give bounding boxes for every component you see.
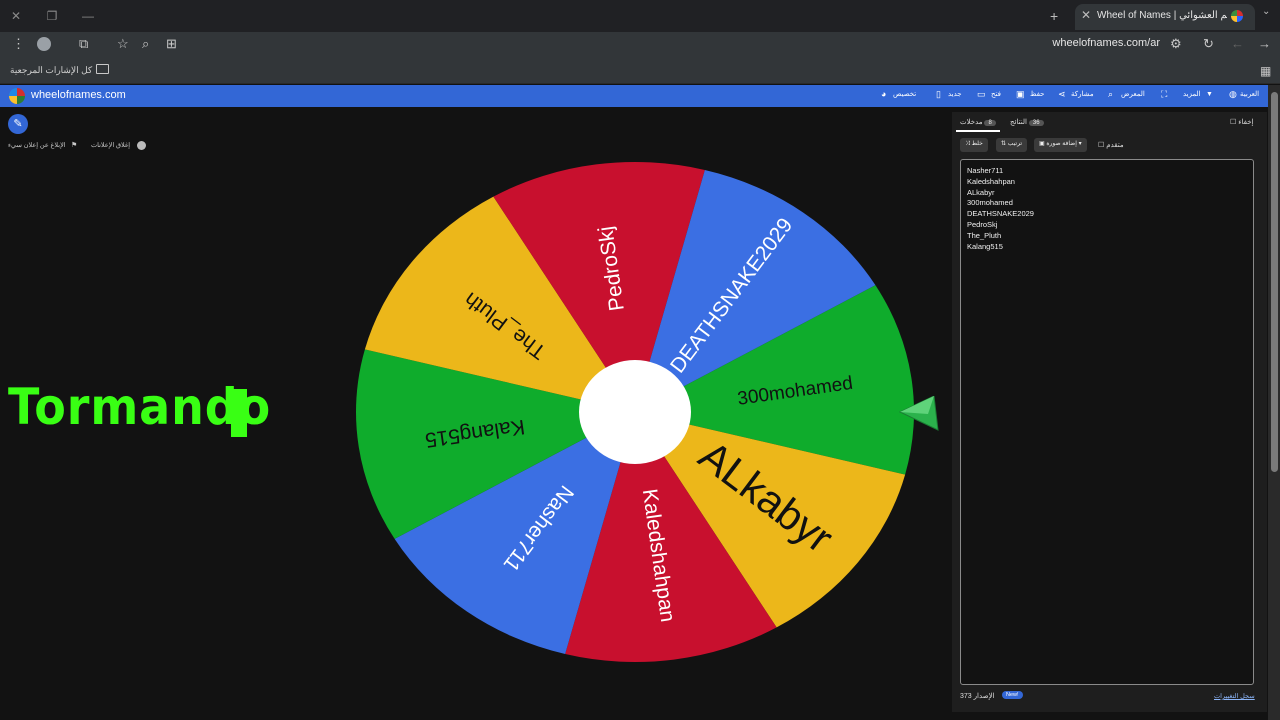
browser-toolbar: ⋮ ⧉ ☆ ⌕ ⊞ wheelofnames.com/ar ⚙ ↻ ← →	[0, 32, 1280, 58]
wheel-pointer-icon	[898, 396, 939, 431]
back-icon[interactable]: →	[1258, 36, 1271, 51]
bookmark-star-icon[interactable]: ☆	[117, 36, 129, 52]
name-wheel[interactable]: 300mohamedALkabyrKaledshahpanNasher711Ka…	[352, 160, 918, 670]
tab-results-label: النتائج	[1010, 119, 1027, 126]
zoom-icon[interactable]: ⌕	[142, 36, 149, 52]
shuffle-label: خلط	[971, 141, 983, 147]
sort-button[interactable]: ⇅ ترتيب	[996, 138, 1028, 152]
shuffle-button[interactable]: ⤨ خلط	[960, 138, 988, 152]
entries-list: Nasher711 Kaledshahpan ALkabyr 300mohamed DE…	[967, 166, 1034, 252]
minimize-window-icon[interactable]: —	[80, 8, 96, 24]
edit-pencil-button[interactable]: ✎	[8, 114, 28, 134]
entry-item: 300mohamed	[967, 198, 1013, 208]
entry-item: Nasher711	[967, 166, 1004, 175]
tab-title: Wheel of Names | اسم العشوائي	[1097, 10, 1227, 21]
new-tab-icon[interactable]: +	[1050, 8, 1058, 24]
site-header: wheelofnames.com ◕ تخصيص ▯ جديد ▭ فتح ▣ …	[0, 85, 1280, 107]
active-tab-indicator	[956, 130, 1000, 132]
nav-new[interactable]: جديد	[948, 90, 962, 98]
search-icon: ⌕	[1108, 89, 1114, 99]
extensions-icon[interactable]: ⧉	[79, 36, 88, 52]
changelog-link[interactable]: سجل التغييرات	[1214, 692, 1255, 700]
restore-window-icon[interactable]: ❐	[44, 8, 60, 24]
flag-icon: ⚑	[71, 142, 78, 149]
entry-item: Kalang515	[967, 241, 1003, 251]
advanced-checkbox[interactable]: ☐ متقدم	[1098, 141, 1124, 149]
share-icon: ⋖	[1058, 89, 1066, 99]
close-circle-icon[interactable]	[137, 141, 146, 150]
profile-icon[interactable]	[37, 37, 51, 51]
nav-gallery[interactable]: المعرض	[1121, 90, 1145, 98]
entry-item: ALkabyr	[967, 187, 995, 197]
sort-label: ترتيب	[1007, 141, 1023, 147]
address-bar[interactable]: wheelofnames.com/ar	[1000, 37, 1160, 49]
tab-results[interactable]: النتائج 36	[1010, 118, 1047, 126]
hide-label: إخفاء	[1238, 119, 1254, 126]
site-name[interactable]: wheelofnames.com	[31, 89, 126, 101]
fullscreen-icon[interactable]: ⛶	[1161, 89, 1167, 100]
translate-icon[interactable]: ⊞	[166, 36, 177, 52]
tab-entries-label: مدخلات	[960, 119, 983, 126]
version-label: الإصدار 373	[960, 693, 995, 700]
nav-save[interactable]: حفظ	[1030, 90, 1045, 98]
browser-tab[interactable]: ✕ Wheel of Names | اسم العشوائي	[1075, 4, 1255, 30]
tab-search-icon[interactable]: ⌄	[1262, 6, 1270, 17]
nav-share[interactable]: مشاركة	[1071, 90, 1094, 98]
browser-titlebar: ✕ ❐ — + ✕ Wheel of Names | اسم العشوائي …	[0, 0, 1280, 32]
all-bookmarks-link[interactable]: كل الإشارات المرجعية	[10, 65, 92, 76]
bookmarks-bar: كل الإشارات المرجعية ▦	[0, 58, 1280, 84]
new-badge: New!	[1002, 691, 1023, 699]
globe-icon: ◍	[1229, 89, 1237, 99]
results-count-badge: 36	[1028, 120, 1044, 126]
entries-count-badge: 8	[984, 120, 996, 126]
page-scrollbar-thumb[interactable]	[1271, 92, 1278, 472]
add-image-label: إضافة صورة	[1046, 141, 1077, 147]
nav-customize[interactable]: تخصيص	[893, 90, 916, 98]
tab-favicon-icon	[1231, 10, 1243, 22]
apps-grid-icon[interactable]: ▦	[1260, 64, 1271, 78]
entry-item: PedroSkj	[967, 219, 998, 229]
close-window-icon[interactable]: ✕	[8, 8, 24, 24]
entries-panel: مدخلات 8 النتائج 36 ☐ إخفاء ⤨ خلط ⇅ ترتي…	[952, 112, 1267, 712]
reload-icon[interactable]: ↻	[1203, 36, 1214, 52]
nav-open[interactable]: فتح	[991, 90, 1001, 98]
report-ad-link[interactable]: الإبلاغ عن إعلان سيء	[8, 141, 66, 149]
forward-icon[interactable]: ←	[1231, 36, 1244, 51]
save-icon: ▣	[1016, 89, 1025, 99]
advanced-label: متقدم	[1106, 142, 1124, 149]
new-file-icon: ▯	[936, 89, 941, 99]
wheel-center-hub[interactable]	[579, 360, 691, 464]
overlay-cursor-block	[231, 389, 247, 437]
nav-language[interactable]: العربية	[1240, 90, 1259, 98]
entry-item: The_Pluth	[967, 230, 1002, 240]
hide-panel-toggle[interactable]: ☐ إخفاء	[1230, 118, 1253, 126]
nav-more[interactable]: المزيد	[1183, 90, 1201, 98]
entries-textarea[interactable]: Nasher711 Kaledshahpan ALkabyr 300mohamed DE…	[960, 159, 1254, 685]
folder-icon	[96, 64, 109, 74]
close-ads-link[interactable]: إغلاق الإعلانات	[91, 141, 130, 149]
palette-icon: ◕	[881, 89, 887, 99]
chevron-down-icon: ▼	[1206, 91, 1213, 98]
tab-entries[interactable]: مدخلات 8	[960, 118, 999, 126]
open-folder-icon: ▭	[977, 89, 986, 99]
menu-dots-icon[interactable]: ⋮	[12, 36, 25, 52]
entry-item: Kaledshahpan	[967, 176, 1015, 186]
add-image-button[interactable]: ▣ إضافة صورة ▾	[1034, 138, 1087, 152]
site-settings-icon[interactable]: ⚙	[1170, 36, 1182, 52]
tab-close-icon[interactable]: ✕	[1081, 8, 1091, 22]
entry-item: DEATHSNAKE2029	[967, 209, 1034, 219]
site-logo-icon[interactable]	[9, 88, 25, 104]
